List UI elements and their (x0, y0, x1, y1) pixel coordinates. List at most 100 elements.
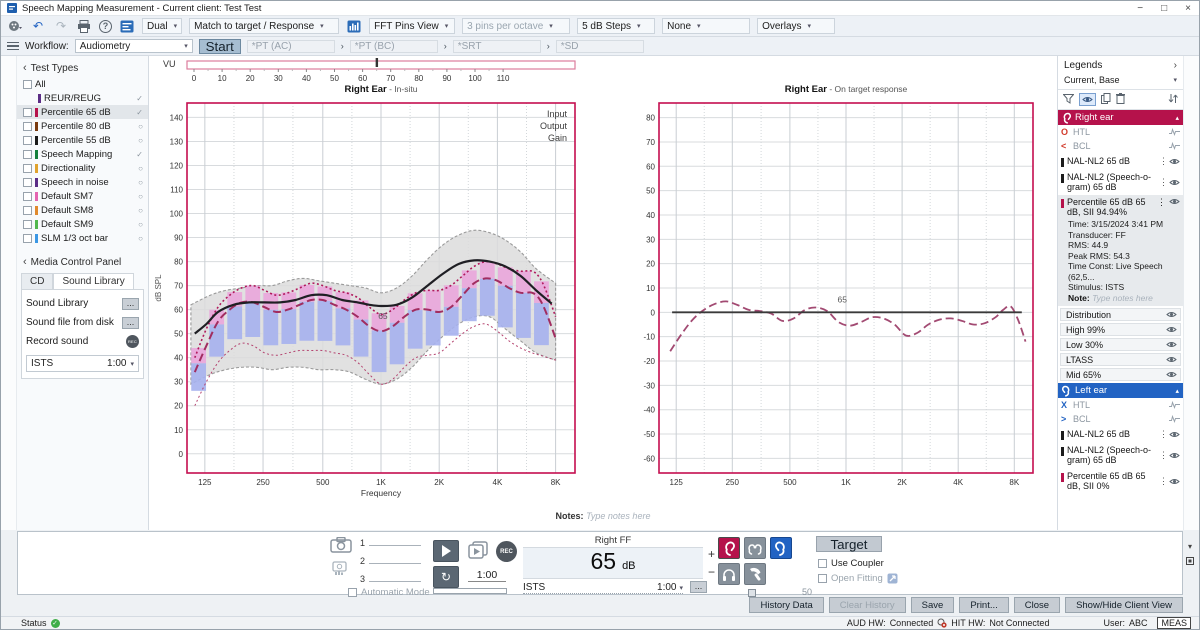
overlays-dropdown[interactable]: Overlays▾ (757, 18, 835, 34)
notes-line[interactable]: Notes: Type notes here (149, 511, 1057, 521)
legend-subrow[interactable]: Low 30% (1060, 338, 1181, 351)
kebab-menu-icon[interactable]: ⋮ (1157, 197, 1166, 217)
browse-button[interactable]: ... (122, 298, 139, 310)
on-target-chart[interactable]: -60-50-40-30-20-100102030405060708012525… (625, 97, 1037, 501)
use-coupler-checkbox[interactable]: Use Coupler (818, 558, 884, 569)
target-button[interactable]: Target (816, 536, 882, 552)
media-panel-header[interactable]: ‹ Media Control Panel (17, 253, 148, 271)
in-situ-chart[interactable]: 0102030405060708090100110120130140125250… (151, 97, 579, 501)
checkbox[interactable] (23, 206, 32, 215)
test-type-item[interactable]: All (17, 77, 148, 91)
workflow-select[interactable]: Audiometry▾ (75, 39, 193, 53)
left-ear-section-header[interactable]: Left ear▴ (1058, 383, 1183, 398)
legend-curve-row[interactable]: NAL-NL2 65 dB⋮ (1058, 153, 1183, 169)
fft-view-icon[interactable] (346, 18, 362, 34)
tab-sound-library[interactable]: Sound Library (53, 273, 133, 289)
right-ear-button[interactable] (718, 537, 740, 559)
menu-icon[interactable] (7, 42, 19, 51)
legend-symbol-row[interactable]: <BCL (1058, 139, 1183, 153)
pt-ac-field[interactable]: *PT (AC) (247, 40, 335, 53)
play-button[interactable] (433, 540, 459, 562)
eye-icon[interactable] (1169, 197, 1180, 206)
checkbox[interactable] (23, 122, 32, 131)
test-type-item[interactable]: SLM 1/3 oct bar○ (17, 231, 148, 245)
test-types-header[interactable]: ‹ Test Types (17, 59, 148, 77)
eye-icon[interactable] (1169, 430, 1180, 439)
copy-icon[interactable] (1101, 93, 1111, 106)
print-icon[interactable] (76, 18, 92, 34)
eye-icon[interactable] (1169, 157, 1180, 166)
stimulus-browse-button[interactable]: ... (690, 581, 707, 593)
test-type-item[interactable]: Directionality○ (17, 161, 148, 175)
checkbox[interactable] (23, 150, 32, 159)
left-ear-button[interactable] (770, 537, 792, 559)
help-icon[interactable]: ? (99, 20, 112, 33)
show-hide-client-view-button[interactable]: Show/Hide Client View (1065, 597, 1183, 613)
checkbox[interactable] (23, 164, 32, 173)
legends-header[interactable]: Legends › (1058, 56, 1183, 73)
legend-subrow[interactable]: High 99% (1060, 323, 1181, 336)
checkbox[interactable] (23, 136, 32, 145)
sd-field[interactable]: *SD (556, 40, 644, 53)
level-down-button[interactable]: − (708, 567, 715, 577)
timer-value[interactable]: 1:00 (468, 569, 506, 582)
collapse-chevron-icon[interactable]: ▾ (1188, 542, 1192, 551)
open-fitting-checkbox[interactable]: Open Fitting (818, 573, 898, 584)
stimulus-select[interactable]: ISTS 1:00▾ (26, 355, 139, 372)
dual-dropdown[interactable]: Dual▾ (142, 18, 182, 34)
eye-icon[interactable] (1166, 325, 1177, 334)
close-button[interactable]: × (1185, 2, 1191, 15)
record-icon[interactable]: REC (126, 335, 139, 348)
minimize-button[interactable]: − (1137, 2, 1143, 15)
handset-button[interactable] (744, 563, 766, 585)
checkbox[interactable] (23, 220, 32, 229)
eye-icon[interactable] (1166, 340, 1177, 349)
filter-icon[interactable] (1063, 94, 1074, 106)
db-steps-dropdown[interactable]: 5 dB Steps▾ (577, 18, 655, 34)
test-type-item[interactable]: Default SM8○ (17, 203, 148, 217)
test-type-item[interactable]: Speech in noise○ (17, 175, 148, 189)
settings-icon[interactable] (7, 18, 23, 34)
test-type-item[interactable]: Percentile 80 dB○ (17, 119, 148, 133)
checkbox[interactable] (23, 234, 32, 243)
test-type-item[interactable]: Default SM9○ (17, 217, 148, 231)
checkbox[interactable] (23, 108, 32, 117)
level-up-button[interactable]: + (708, 549, 715, 559)
both-ears-button[interactable] (744, 537, 766, 559)
delete-icon[interactable] (1116, 93, 1125, 106)
test-type-item[interactable]: Percentile 55 dB○ (17, 133, 148, 147)
memo-line-2[interactable]: 2 (360, 554, 421, 567)
fft-pins-dropdown[interactable]: FFT Pins View▾ (369, 18, 455, 34)
test-type-item[interactable]: Speech Mapping✓ (17, 147, 148, 161)
srt-field[interactable]: *SRT (453, 40, 541, 53)
kebab-menu-icon[interactable]: ⋮ (1159, 429, 1166, 440)
browse-button[interactable]: ... (122, 317, 139, 329)
history-data-button[interactable]: History Data (749, 597, 823, 613)
right-ear-section-header[interactable]: Right ear▴ (1058, 110, 1183, 125)
eye-icon[interactable] (1166, 310, 1177, 319)
eye-icon[interactable] (1169, 451, 1180, 460)
match-target-dropdown[interactable]: Match to target / Response▾ (189, 18, 339, 34)
print--button[interactable]: Print... (959, 597, 1008, 613)
legend-subrow[interactable]: Distribution (1060, 308, 1181, 321)
kebab-menu-icon[interactable]: ⋮ (1159, 450, 1166, 461)
loop-button[interactable]: ↻ (433, 566, 459, 588)
close-button[interactable]: Close (1014, 597, 1060, 613)
legend-curve-row[interactable]: NAL-NL2 (Speech-o-gram) 65 dB⋮ (1058, 442, 1183, 468)
snapshot-chart-icon[interactable] (332, 560, 350, 578)
headphones-button[interactable] (718, 563, 740, 585)
kebab-menu-icon[interactable]: ⋮ (1159, 156, 1166, 167)
eye-icon[interactable] (1169, 477, 1180, 486)
memo-line-1[interactable]: 1 (360, 536, 421, 549)
legend-curve-row[interactable]: NAL-NL2 65 dB⋮ (1058, 426, 1183, 442)
legend-view-select[interactable]: Current, Base▾ (1058, 73, 1183, 90)
legend-subrow[interactable]: LTASS (1060, 353, 1181, 366)
undo-icon[interactable]: ↶ (30, 18, 46, 34)
legend-symbol-row[interactable]: >BCL (1058, 412, 1183, 426)
visibility-toggle[interactable] (1079, 93, 1096, 106)
record-button[interactable]: REC (496, 541, 517, 562)
level-display[interactable]: 65dB (523, 548, 703, 579)
tab-cd[interactable]: CD (21, 273, 53, 289)
dock-icon[interactable] (1186, 557, 1194, 565)
stimulus-row[interactable]: ISTS 1:00▾ (523, 582, 683, 594)
